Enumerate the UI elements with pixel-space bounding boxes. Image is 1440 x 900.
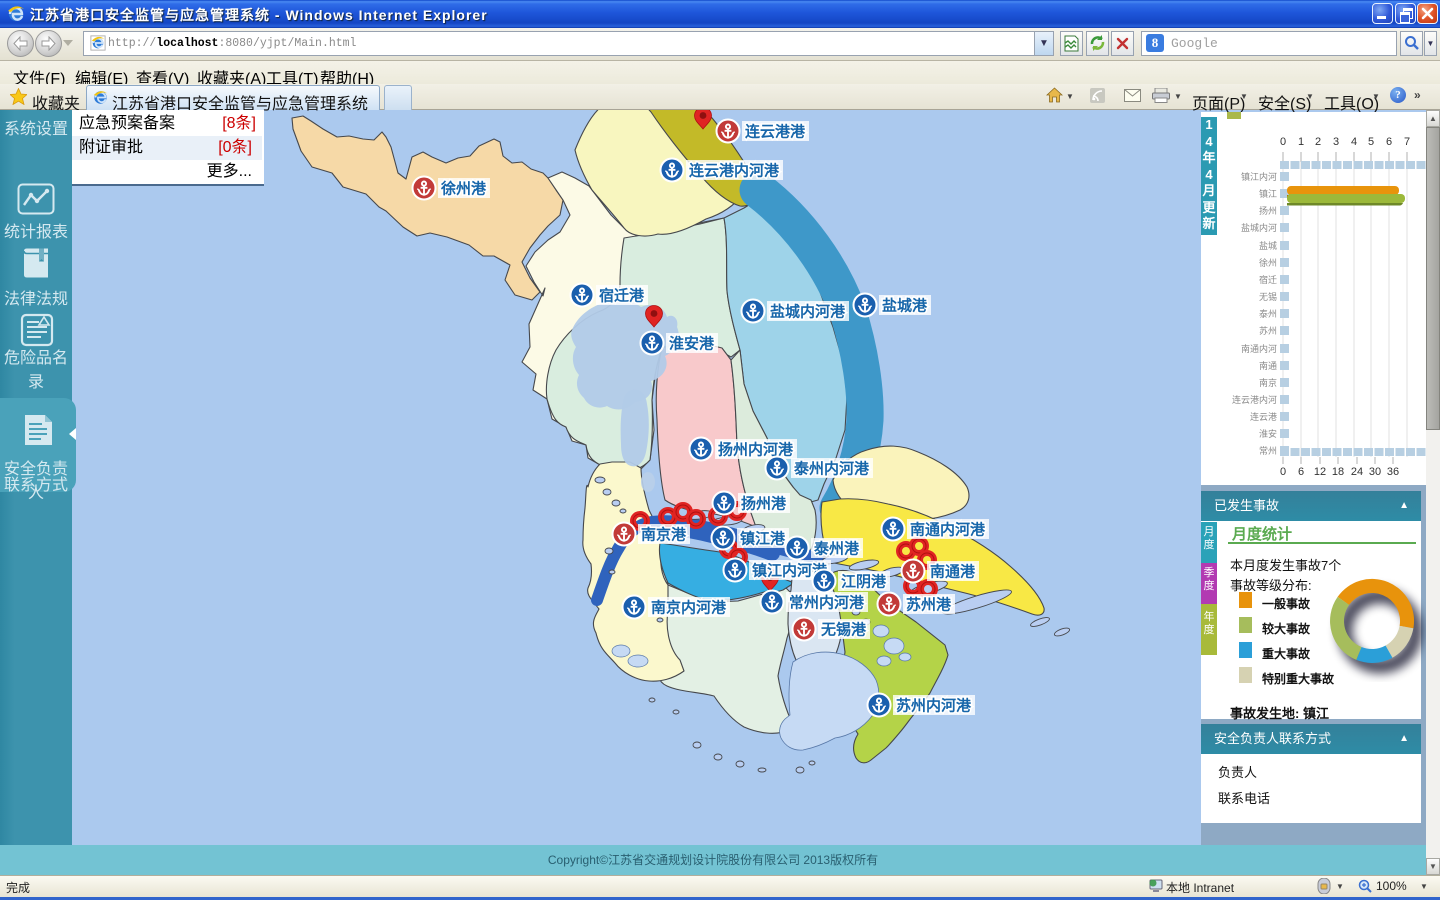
svg-text:连云港内河: 连云港内河 — [1232, 394, 1277, 405]
svg-text:镇江港: 镇江港 — [740, 530, 786, 548]
svg-text:扬州内河港: 扬州内河港 — [718, 441, 794, 459]
svg-text:泰州港: 泰州港 — [813, 540, 860, 558]
svg-text:苏州港: 苏州港 — [906, 596, 952, 614]
svg-text:江阴港: 江阴港 — [841, 573, 887, 591]
svg-text:5: 5 — [1368, 136, 1374, 148]
svg-text:南京: 南京 — [1259, 377, 1277, 388]
svg-text:南京内河港: 南京内河港 — [651, 599, 727, 617]
svg-text:苏州: 苏州 — [1259, 325, 1277, 336]
svg-text:7: 7 — [1404, 136, 1410, 148]
svg-text:连云港: 连云港 — [1250, 411, 1277, 422]
svg-text:南通内河: 南通内河 — [1241, 343, 1277, 354]
svg-text:苏州内河港: 苏州内河港 — [896, 697, 972, 715]
svg-text:常州内河港: 常州内河港 — [789, 594, 865, 612]
svg-text:盐城内河港: 盐城内河港 — [770, 303, 846, 321]
svg-text:无锡: 无锡 — [1259, 292, 1277, 302]
svg-text:30: 30 — [1369, 466, 1381, 478]
svg-text:24: 24 — [1351, 466, 1363, 478]
svg-text:淮安: 淮安 — [1259, 428, 1277, 439]
svg-text:南通港: 南通港 — [930, 563, 976, 581]
svg-text:泰州: 泰州 — [1259, 308, 1277, 319]
svg-text:盐城港: 盐城港 — [882, 297, 928, 315]
svg-text:6: 6 — [1298, 466, 1304, 478]
svg-text:宿迁: 宿迁 — [1259, 274, 1277, 285]
svg-text:淮安港: 淮安港 — [669, 335, 715, 353]
svg-text:0: 0 — [1280, 136, 1286, 148]
svg-text:南通内河港: 南通内河港 — [910, 521, 986, 539]
svg-text:泰州内河港: 泰州内河港 — [793, 460, 870, 478]
svg-text:宿迁港: 宿迁港 — [599, 287, 645, 305]
svg-text:连云港内河港: 连云港内河港 — [689, 162, 780, 180]
svg-text:18: 18 — [1332, 466, 1344, 478]
svg-text:南京港: 南京港 — [641, 526, 687, 544]
svg-text:镇江内河: 镇江内河 — [1241, 171, 1277, 182]
svg-text:镇江: 镇江 — [1259, 188, 1277, 199]
svg-text:徐州港: 徐州港 — [440, 180, 487, 198]
svg-text:3: 3 — [1333, 136, 1339, 148]
svg-text:常州: 常州 — [1259, 445, 1277, 456]
svg-text:0: 0 — [1280, 466, 1286, 478]
svg-text:1: 1 — [1298, 136, 1304, 148]
svg-text:南通: 南通 — [1259, 360, 1277, 371]
svg-text:连云港港: 连云港港 — [745, 123, 806, 141]
svg-text:12: 12 — [1314, 466, 1326, 478]
svg-text:36: 36 — [1387, 466, 1399, 478]
svg-text:扬州港: 扬州港 — [741, 495, 787, 513]
svg-text:4: 4 — [1351, 136, 1357, 148]
svg-text:盐城内河: 盐城内河 — [1241, 222, 1277, 233]
svg-text:2: 2 — [1315, 136, 1321, 148]
svg-text:无锡港: 无锡港 — [820, 621, 867, 639]
svg-text:徐州: 徐州 — [1259, 257, 1277, 268]
svg-text:6: 6 — [1386, 136, 1392, 148]
svg-text:扬州: 扬州 — [1259, 205, 1277, 216]
svg-text:盐城: 盐城 — [1259, 240, 1277, 251]
